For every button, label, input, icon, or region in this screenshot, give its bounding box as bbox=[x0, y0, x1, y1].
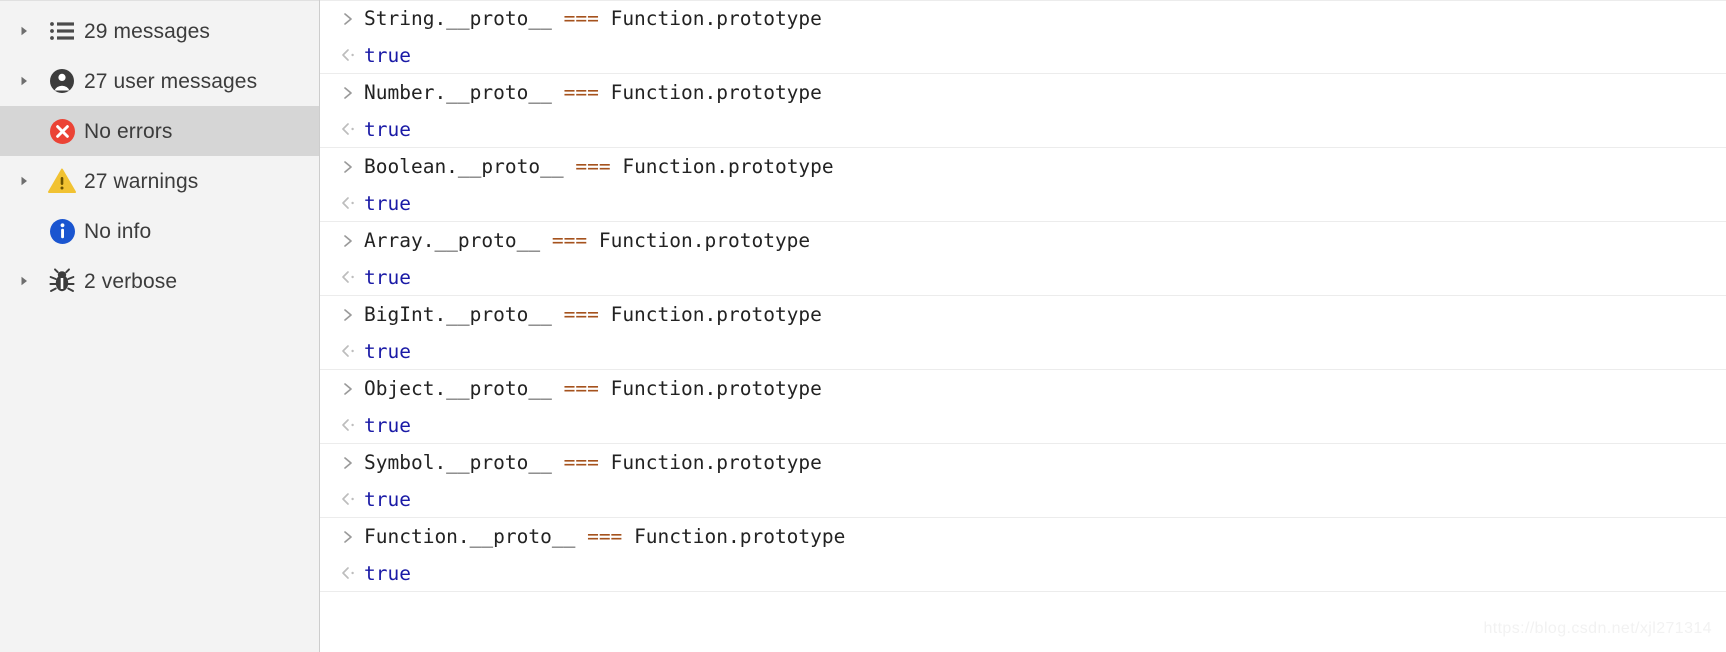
console-expression-left: Function.__proto__ bbox=[364, 525, 576, 548]
console-message-area[interactable]: String.__proto__ === Function.prototype t… bbox=[320, 0, 1726, 652]
sidebar-item-label: 27 warnings bbox=[84, 169, 199, 193]
console-expression-right: Function.prototype bbox=[610, 303, 822, 326]
input-chevron-icon bbox=[332, 233, 364, 249]
devtools-console-window: 29 messages 27 user messages No errors 27 w… bbox=[0, 0, 1726, 652]
input-chevron-icon bbox=[332, 85, 364, 101]
console-operator: === bbox=[563, 7, 599, 30]
input-chevron-icon bbox=[332, 307, 364, 323]
input-chevron-icon bbox=[332, 11, 364, 27]
output-chevron-icon bbox=[332, 195, 364, 211]
console-entry-list: String.__proto__ === Function.prototype t… bbox=[320, 0, 1726, 592]
console-result-value: true bbox=[364, 191, 411, 215]
console-input-row[interactable]: String.__proto__ === Function.prototype bbox=[320, 0, 1726, 37]
list-icon bbox=[40, 20, 84, 42]
console-expression-right: Function.prototype bbox=[634, 525, 846, 548]
twisty-icon[interactable] bbox=[18, 75, 40, 87]
twisty-icon[interactable] bbox=[18, 175, 40, 187]
console-operator: === bbox=[551, 229, 588, 252]
sidebar-item-label: 2 verbose bbox=[84, 269, 178, 293]
console-input-row[interactable]: Array.__proto__ === Function.prototype bbox=[320, 222, 1726, 259]
watermark: https://blog.csdn.net/xjl271314 bbox=[1483, 620, 1712, 637]
console-output-row[interactable]: true bbox=[320, 37, 1726, 74]
input-chevron-icon bbox=[332, 159, 364, 175]
sidebar-item-label: No info bbox=[84, 219, 152, 243]
console-expression-right: Function.prototype bbox=[610, 377, 822, 400]
console-operator: === bbox=[563, 81, 599, 104]
sidebar-filter-list: 29 messages 27 user messages No errors 27 w… bbox=[0, 6, 319, 306]
person-icon bbox=[40, 68, 84, 94]
output-chevron-icon bbox=[332, 565, 364, 581]
console-result-value: true bbox=[364, 43, 411, 67]
output-chevron-icon bbox=[332, 343, 364, 359]
sidebar-top-divider bbox=[0, 0, 319, 1]
sidebar-item-27-warnings[interactable]: 27 warnings bbox=[0, 156, 319, 206]
info-icon bbox=[40, 218, 84, 245]
console-expression-right: Function.prototype bbox=[622, 155, 834, 178]
output-chevron-icon bbox=[332, 47, 364, 63]
output-chevron-icon bbox=[332, 417, 364, 433]
sidebar-item-label: 27 user messages bbox=[84, 69, 258, 93]
console-input-row[interactable]: Object.__proto__ === Function.prototype bbox=[320, 370, 1726, 407]
sidebar-item-27-user-messages[interactable]: 27 user messages bbox=[0, 56, 319, 106]
warning-icon bbox=[40, 168, 84, 194]
console-operator: === bbox=[563, 303, 599, 326]
console-expression-right: Function.prototype bbox=[610, 7, 822, 30]
console-operator: === bbox=[563, 377, 599, 400]
console-input-row[interactable]: Symbol.__proto__ === Function.prototype bbox=[320, 444, 1726, 481]
console-operator: === bbox=[563, 451, 599, 474]
console-output-row[interactable]: true bbox=[320, 333, 1726, 370]
console-result-value: true bbox=[364, 561, 411, 585]
output-chevron-icon bbox=[332, 269, 364, 285]
twisty-icon[interactable] bbox=[18, 25, 40, 37]
console-result-value: true bbox=[364, 339, 411, 363]
console-expression-left: Array.__proto__ bbox=[364, 229, 541, 252]
console-result-value: true bbox=[364, 117, 411, 141]
sidebar-item-2-verbose[interactable]: 2 verbose bbox=[0, 256, 319, 306]
console-input-row[interactable]: Function.__proto__ === Function.prototyp… bbox=[320, 518, 1726, 555]
output-chevron-icon bbox=[332, 121, 364, 137]
console-result-value: true bbox=[364, 265, 411, 289]
console-result-value: true bbox=[364, 487, 411, 511]
console-sidebar: 29 messages 27 user messages No errors 27 w… bbox=[0, 0, 320, 652]
sidebar-item-no-errors[interactable]: No errors bbox=[0, 106, 319, 156]
error-icon bbox=[40, 118, 84, 145]
console-output-row[interactable]: true bbox=[320, 185, 1726, 222]
console-input-row[interactable]: BigInt.__proto__ === Function.prototype bbox=[320, 296, 1726, 333]
console-expression-left: Number.__proto__ bbox=[364, 81, 552, 104]
console-top-divider bbox=[320, 0, 1726, 1]
sidebar-item-29-messages[interactable]: 29 messages bbox=[0, 6, 319, 56]
console-expression-left: Symbol.__proto__ bbox=[364, 451, 552, 474]
console-input-row[interactable]: Boolean.__proto__ === Function.prototype bbox=[320, 148, 1726, 185]
console-output-row[interactable]: true bbox=[320, 111, 1726, 148]
console-result-value: true bbox=[364, 413, 411, 437]
sidebar-item-label: No errors bbox=[84, 119, 173, 143]
console-expression-left: String.__proto__ bbox=[364, 7, 552, 30]
output-chevron-icon bbox=[332, 491, 364, 507]
console-expression-right: Function.prototype bbox=[610, 81, 822, 104]
input-chevron-icon bbox=[332, 529, 364, 545]
console-operator: === bbox=[575, 155, 611, 178]
sidebar-item-label: 29 messages bbox=[84, 19, 211, 43]
console-expression-left: Boolean.__proto__ bbox=[364, 155, 564, 178]
console-output-row[interactable]: true bbox=[320, 555, 1726, 592]
console-expression-left: BigInt.__proto__ bbox=[364, 303, 552, 326]
console-output-row[interactable]: true bbox=[320, 259, 1726, 296]
twisty-icon[interactable] bbox=[18, 275, 40, 287]
console-input-row[interactable]: Number.__proto__ === Function.prototype bbox=[320, 74, 1726, 111]
bug-icon bbox=[40, 268, 84, 294]
sidebar-item-no-info[interactable]: No info bbox=[0, 206, 319, 256]
console-output-row[interactable]: true bbox=[320, 481, 1726, 518]
console-output-row[interactable]: true bbox=[320, 407, 1726, 444]
console-operator: === bbox=[587, 525, 623, 548]
console-expression-right: Function.prototype bbox=[610, 451, 822, 474]
console-expression-left: Object.__proto__ bbox=[364, 377, 552, 400]
input-chevron-icon bbox=[332, 381, 364, 397]
input-chevron-icon bbox=[332, 455, 364, 471]
console-expression-right: Function.prototype bbox=[598, 229, 811, 252]
